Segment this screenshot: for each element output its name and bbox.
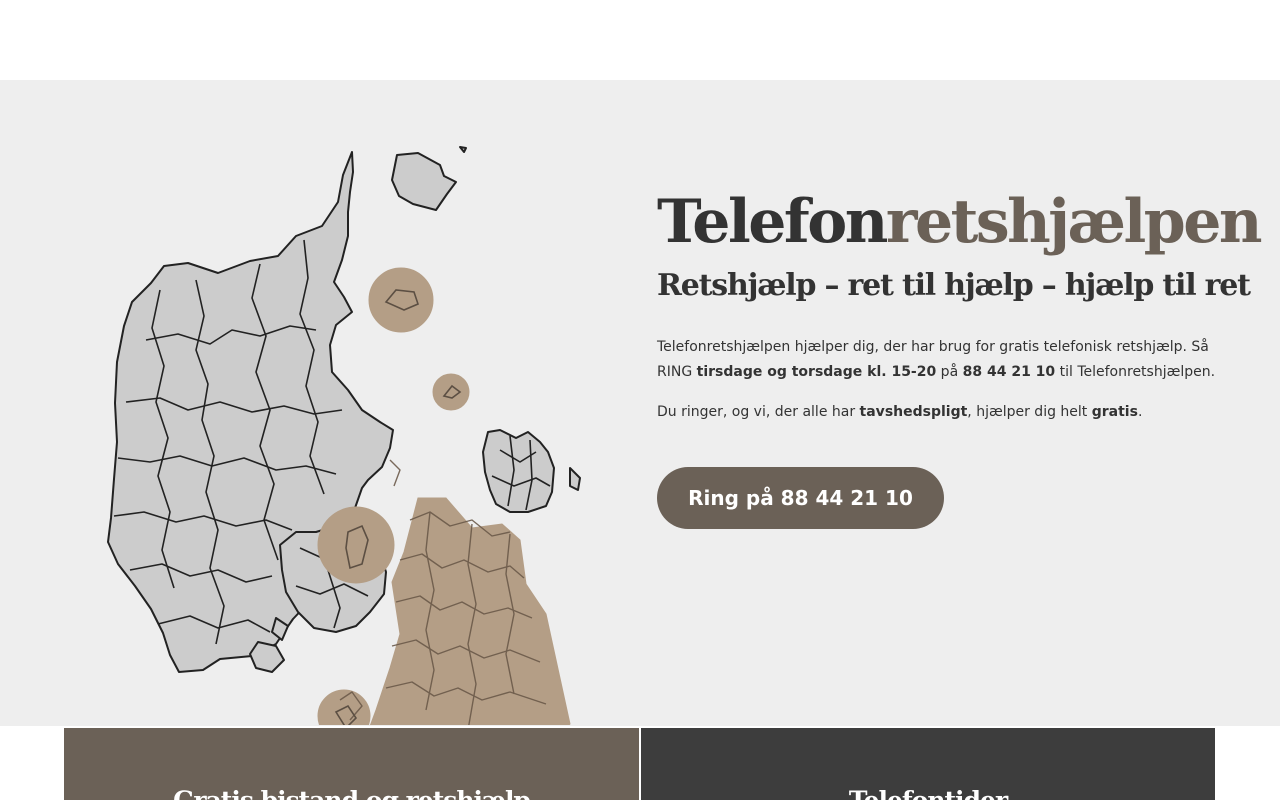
intro-text-3: til Telefonretshjælpen.: [1055, 364, 1216, 380]
page-subtitle: Retshjælp – ret til hjælp – hjælp til re…: [657, 268, 1251, 303]
conf-text-1: Du ringer, og vi, der alle har: [657, 404, 860, 420]
title-part-retshjaelpen: retshjælpen: [885, 187, 1263, 257]
conf-tavshedspligt: tavshedspligt: [859, 404, 968, 420]
intro-text-2: på: [936, 364, 963, 380]
confidentiality-paragraph: Du ringer, og vi, der alle har tavshedsp…: [657, 400, 1237, 425]
intro-phone-number: 88 44 21 10: [962, 364, 1056, 380]
card-title-gratis-bistand: Gratis bistand og retshjælp: [64, 786, 639, 800]
card-telefontider: Telefontider: [641, 728, 1215, 800]
page-title: Telefonretshjælpen: [657, 184, 1263, 260]
hero-text-block: Telefonretshjælpen Retshjælp – ret til h…: [657, 184, 1263, 425]
conf-text-3: .: [1137, 404, 1143, 420]
conf-gratis: gratis: [1091, 404, 1138, 420]
intro-opening-hours: tirsdage og torsdage kl. 15-20: [696, 364, 937, 380]
title-part-telefon: Telefon: [657, 187, 888, 257]
card-title-telefontider: Telefontider: [641, 786, 1215, 800]
conf-text-2: , hjælper dig helt: [967, 404, 1092, 420]
intro-paragraph: Telefonretshjælpen hjælper dig, der har …: [657, 335, 1237, 385]
top-navigation-bar: [0, 0, 1280, 80]
denmark-map: [100, 140, 590, 725]
card-gratis-bistand: Gratis bistand og retshjælp: [64, 728, 639, 800]
hero-section: Telefonretshjælpen Retshjælp – ret til h…: [0, 80, 1280, 726]
call-button[interactable]: Ring på 88 44 21 10: [657, 467, 944, 529]
